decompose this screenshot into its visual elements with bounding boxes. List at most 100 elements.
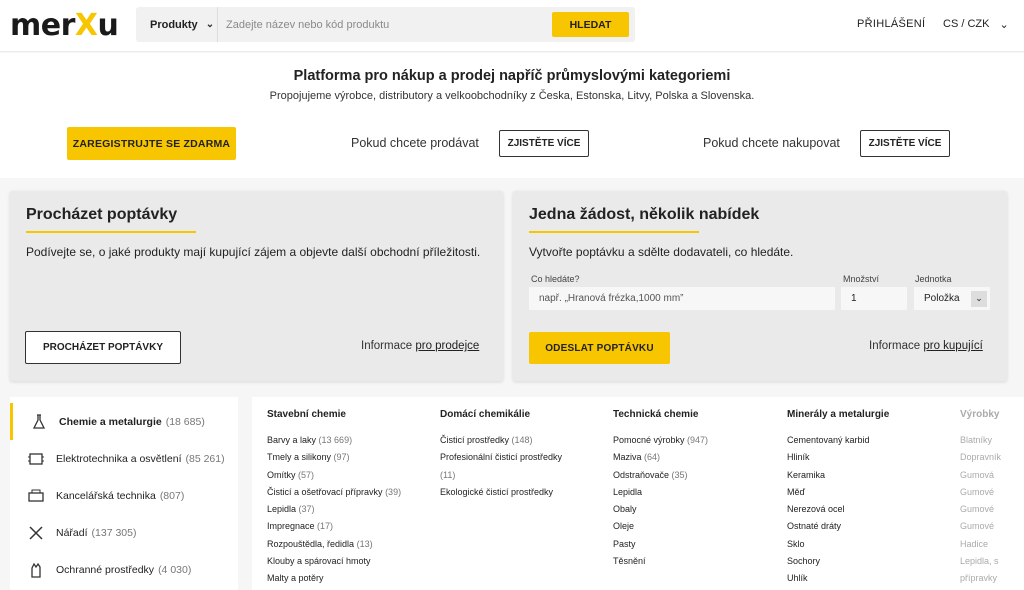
list-item[interactable]: Rozpouštědla, ředidla (13) xyxy=(267,536,432,553)
list-item[interactable]: Gumové xyxy=(960,484,1024,501)
list-item[interactable]: Nerezová ocel xyxy=(787,501,952,518)
list-item[interactable]: Hliník xyxy=(787,449,952,466)
item-label: Barvy a laky xyxy=(267,435,317,445)
seller-info-link[interactable]: pro prodejce xyxy=(415,340,479,352)
browse-requests-card: Procházet poptávky Podívejte se, o jaké … xyxy=(10,191,503,381)
list-item[interactable]: Čisticí a ošetřovací přípravky (39) xyxy=(267,484,432,501)
info-prefix: Informace xyxy=(361,340,413,352)
column-title[interactable]: Technická chemie xyxy=(613,409,778,420)
list-item[interactable]: Pasty xyxy=(613,536,778,553)
list-item[interactable]: Odstraňovače (35) xyxy=(613,467,778,484)
list-item[interactable]: Oleje xyxy=(613,518,778,535)
card-title: Procházet poptávky xyxy=(26,206,178,223)
what-input[interactable]: např. „Hranová frézka,1000 mm” xyxy=(529,287,835,310)
item-label: Nerezová ocel xyxy=(787,504,845,515)
list-item[interactable]: Gumové xyxy=(960,501,1024,518)
list-item[interactable]: Dopravník xyxy=(960,449,1024,466)
list-item[interactable]: (11) xyxy=(440,467,590,484)
quantity-label: Množství xyxy=(843,274,880,284)
list-item[interactable]: Obaly xyxy=(613,501,778,518)
list-item[interactable]: Lepidla, s xyxy=(960,553,1024,570)
sidebar-item-protective[interactable]: Ochranné prostředky (4 030) xyxy=(10,551,238,588)
list-item[interactable]: Maziva (64) xyxy=(613,449,778,466)
card-text: Vytvořte poptávku a sdělte dodavateli, c… xyxy=(529,245,794,259)
sidebar-item-count: (4 030) xyxy=(158,563,192,576)
list-item[interactable]: Gumová xyxy=(960,467,1024,484)
list-item[interactable]: Barvy a laky (13 669) xyxy=(267,432,432,449)
list-item[interactable]: Těsnění xyxy=(613,553,778,570)
column-technical-chemistry: Technická chemie Pomocné výrobky (947) M… xyxy=(613,409,778,570)
item-label: Ekologické čisticí prostředky xyxy=(440,486,554,497)
sidebar-item-tools[interactable]: Nářadí (137 305) xyxy=(10,514,238,551)
item-label: Lepidla, s xyxy=(960,556,999,567)
list-item[interactable]: Impregnace (17) xyxy=(267,518,432,535)
item-label: Sklo xyxy=(787,538,805,549)
login-link[interactable]: PŘIHLÁŠENÍ xyxy=(857,18,925,30)
list-item[interactable]: Uhlík xyxy=(787,570,952,587)
search-button[interactable]: HLEDAT xyxy=(552,12,629,37)
column-minerals-metallurgy: Minerály a metalurgie Cementovaný karbid… xyxy=(787,409,952,588)
search-input[interactable] xyxy=(226,7,546,42)
glove-icon xyxy=(26,560,46,580)
list-item[interactable]: Blatníky xyxy=(960,432,1024,449)
list-item[interactable]: Pomocné výrobky (947) xyxy=(613,432,778,449)
unit-value: Položka xyxy=(924,293,960,304)
column-household-chemicals: Domácí chemikálie Čisticí prostředky (14… xyxy=(440,409,590,501)
item-count: (13) xyxy=(356,538,373,549)
list-item[interactable]: Klouby a spárovací hmoty xyxy=(267,553,432,570)
column-title[interactable]: Stavební chemie xyxy=(267,409,432,420)
item-label: Omítky xyxy=(267,469,296,480)
info-prefix: Informace xyxy=(869,340,921,352)
list-item[interactable]: přípravky xyxy=(960,570,1024,587)
item-label: Lepidla xyxy=(613,486,643,497)
merxu-logo[interactable]: merXu xyxy=(10,8,119,43)
column-title[interactable]: Minerály a metalurgie xyxy=(787,409,952,420)
item-label: Sochory xyxy=(787,556,821,567)
item-count: (57) xyxy=(298,469,315,480)
sell-learn-more-button[interactable]: ZJISTĚTE VÍCE xyxy=(499,130,589,157)
card-text: Podívejte se, o jaké produkty mají kupuj… xyxy=(26,245,481,259)
list-item[interactable]: Profesionální čisticí prostředky xyxy=(440,449,590,466)
category-select[interactable]: Produkty ⌄ xyxy=(136,7,218,42)
unit-select[interactable]: Položka ⌄ xyxy=(914,287,990,310)
item-count: (947) xyxy=(687,435,709,445)
item-label: Rozpouštědla, ředidla xyxy=(267,538,355,549)
sidebar-item-office[interactable]: Kancelářská technika (807) xyxy=(10,477,238,514)
list-item[interactable]: Lepidla (37) xyxy=(267,501,432,518)
buy-learn-more-button[interactable]: ZJISTĚTE VÍCE xyxy=(860,130,950,157)
list-item[interactable]: Měď xyxy=(787,484,952,501)
column-title[interactable]: Domácí chemikálie xyxy=(440,409,590,420)
list-item[interactable]: Lepidla xyxy=(613,484,778,501)
item-count: (37) xyxy=(298,504,315,515)
list-item[interactable]: Cementovaný karbid xyxy=(787,432,952,449)
list-item[interactable]: Ekologické čisticí prostředky xyxy=(440,484,590,501)
list-item[interactable]: Hadice xyxy=(960,536,1024,553)
register-button[interactable]: ZAREGISTRUJTE SE ZDARMA xyxy=(67,127,236,160)
sidebar-item-electrical[interactable]: Elektrotechnika a osvětlení (85 261) xyxy=(10,440,238,477)
language-currency-select[interactable]: CS / CZK ⌄ xyxy=(943,18,1009,31)
item-label: Gumové xyxy=(960,504,995,515)
hero-subtitle: Propojujeme výrobce, distributory a velk… xyxy=(269,90,755,102)
column-title[interactable]: Výrobky xyxy=(960,409,1024,420)
sidebar-item-chemistry[interactable]: Chemie a metalurgie (18 685) xyxy=(10,403,238,440)
browse-requests-button[interactable]: PROCHÁZET POPTÁVKY xyxy=(25,331,181,364)
list-item[interactable]: Keramika xyxy=(787,467,952,484)
list-item[interactable]: Tmely a silikony (97) xyxy=(267,449,432,466)
list-item[interactable]: Čisticí prostředky (148) xyxy=(440,432,590,449)
list-item[interactable]: Ostnaté dráty xyxy=(787,518,952,535)
list-item[interactable]: Sochory xyxy=(787,553,952,570)
item-label: Měď xyxy=(787,486,806,497)
list-item[interactable]: Omítky (57) xyxy=(267,467,432,484)
card-title: Jedna žádost, několik nabídek xyxy=(529,206,760,223)
item-label: Klouby a spárovací hmoty xyxy=(267,556,371,567)
list-item[interactable]: Sklo xyxy=(787,536,952,553)
list-item[interactable]: Gumové xyxy=(960,518,1024,535)
buyer-info-link[interactable]: pro kupující xyxy=(923,340,982,352)
logo-text-pre: mer xyxy=(10,8,75,43)
quantity-input[interactable]: 1 xyxy=(841,287,907,310)
item-count: (13 669) xyxy=(318,435,353,445)
what-label: Co hledáte? xyxy=(531,274,580,284)
item-label: Pasty xyxy=(613,538,636,549)
list-item[interactable]: Malty a potěry xyxy=(267,570,432,587)
send-request-button[interactable]: ODESLAT POPTÁVKU xyxy=(529,332,670,364)
